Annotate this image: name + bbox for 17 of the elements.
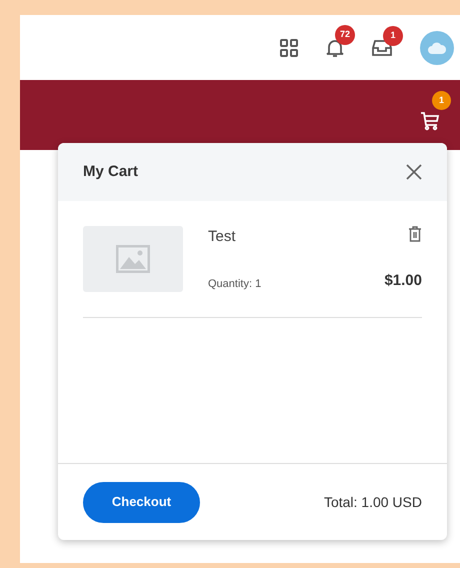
product-quantity: Quantity: 1 [208, 276, 262, 292]
cart-icon[interactable] [420, 111, 440, 131]
checkout-button[interactable]: Checkout [83, 482, 200, 522]
notification-count-badge: 72 [335, 24, 355, 44]
apps-grid-icon[interactable] [280, 38, 298, 56]
product-name: Test [208, 227, 236, 247]
cart-count-badge: 1 [432, 91, 451, 110]
close-icon[interactable] [406, 164, 422, 180]
cart-title: My Cart [83, 162, 138, 182]
cloud-icon [427, 42, 447, 54]
bell-icon[interactable] [326, 38, 344, 58]
image-icon [116, 245, 150, 273]
trash-icon[interactable] [408, 226, 422, 242]
cart-total: Total: 1.00 USD [324, 492, 422, 512]
inbox-count-badge: 1 [383, 26, 403, 46]
product-price: $1.00 [384, 270, 422, 290]
inbox-icon[interactable] [372, 38, 392, 56]
